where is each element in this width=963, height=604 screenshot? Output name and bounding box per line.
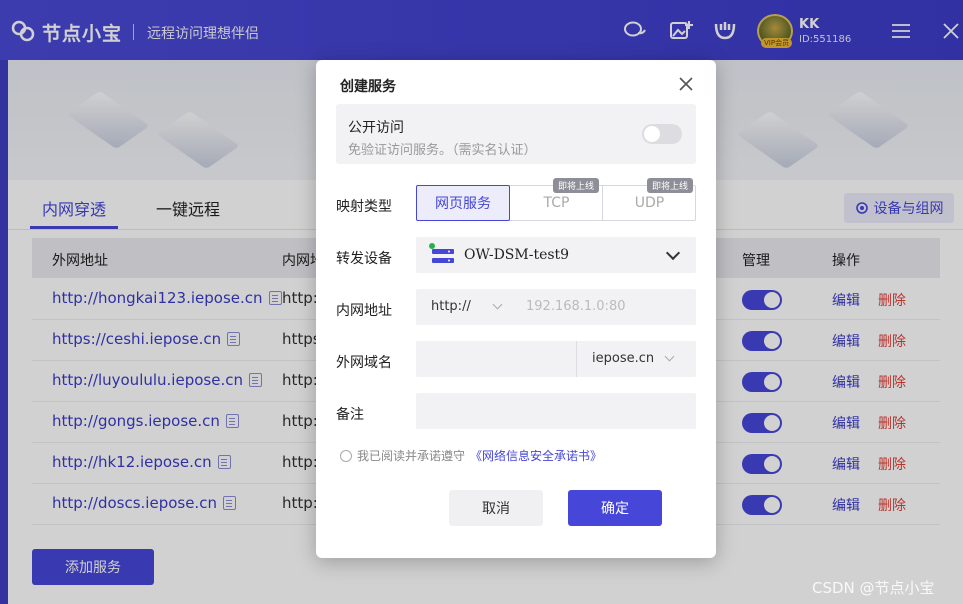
internal-address-field: http:// 192.168.1.0:80 <box>416 289 696 325</box>
remark-label: 备注 <box>336 407 364 423</box>
external-domain-field[interactable]: iepose.cn <box>416 341 696 377</box>
public-access-desc: 免验证访问服务。（需实名认证） <box>348 143 537 158</box>
coming-soon-badge: 即将上线 <box>553 178 600 193</box>
public-access-title: 公开访问 <box>348 120 404 136</box>
protocol-select[interactable]: http:// <box>431 299 471 314</box>
agreement-text: 我已阅读并承诺遵守 <box>357 449 466 463</box>
internal-address-input[interactable]: 192.168.1.0:80 <box>526 299 626 314</box>
public-access-toggle[interactable] <box>642 124 682 144</box>
external-domain-label: 外网域名 <box>336 355 392 371</box>
public-access-panel: 公开访问 免验证访问服务。（需实名认证） <box>336 104 696 164</box>
watermark: CSDN @节点小宝 <box>812 579 935 597</box>
online-status-dot <box>429 243 435 249</box>
dialog-title: 创建服务 <box>340 79 396 95</box>
mapping-type-selector: 网页服务 TCP UDP 即将上线 即将上线 <box>416 178 696 221</box>
forward-device-value: OW-DSM-test9 <box>464 247 570 263</box>
forward-device-select[interactable]: OW-DSM-test9 <box>416 237 696 273</box>
cancel-button[interactable]: 取消 <box>449 490 543 526</box>
create-service-dialog: 创建服务 公开访问 免验证访问服务。（需实名认证） 映射类型 网页服务 TCP … <box>316 60 716 558</box>
internal-address-label: 内网地址 <box>336 303 392 319</box>
mapping-type-label: 映射类型 <box>336 199 392 215</box>
domain-suffix-select[interactable]: iepose.cn <box>592 351 654 366</box>
chevron-down-icon <box>492 299 503 310</box>
forward-device-label: 转发设备 <box>336 251 392 267</box>
remark-input[interactable] <box>416 393 696 429</box>
dialog-close-icon[interactable] <box>678 76 694 92</box>
agreement-row: 我已阅读并承诺遵守 《网络信息安全承诺书》 <box>340 447 602 464</box>
nas-device-icon <box>432 249 454 263</box>
confirm-button[interactable]: 确定 <box>568 490 662 526</box>
mapping-web-option[interactable]: 网页服务 <box>416 185 510 221</box>
chevron-down-icon <box>665 245 681 261</box>
agreement-link[interactable]: 《网络信息安全承诺书》 <box>470 447 602 464</box>
coming-soon-badge: 即将上线 <box>647 178 694 193</box>
chevron-down-icon <box>664 351 675 362</box>
agreement-radio[interactable] <box>340 449 352 462</box>
domain-divider <box>576 341 577 377</box>
